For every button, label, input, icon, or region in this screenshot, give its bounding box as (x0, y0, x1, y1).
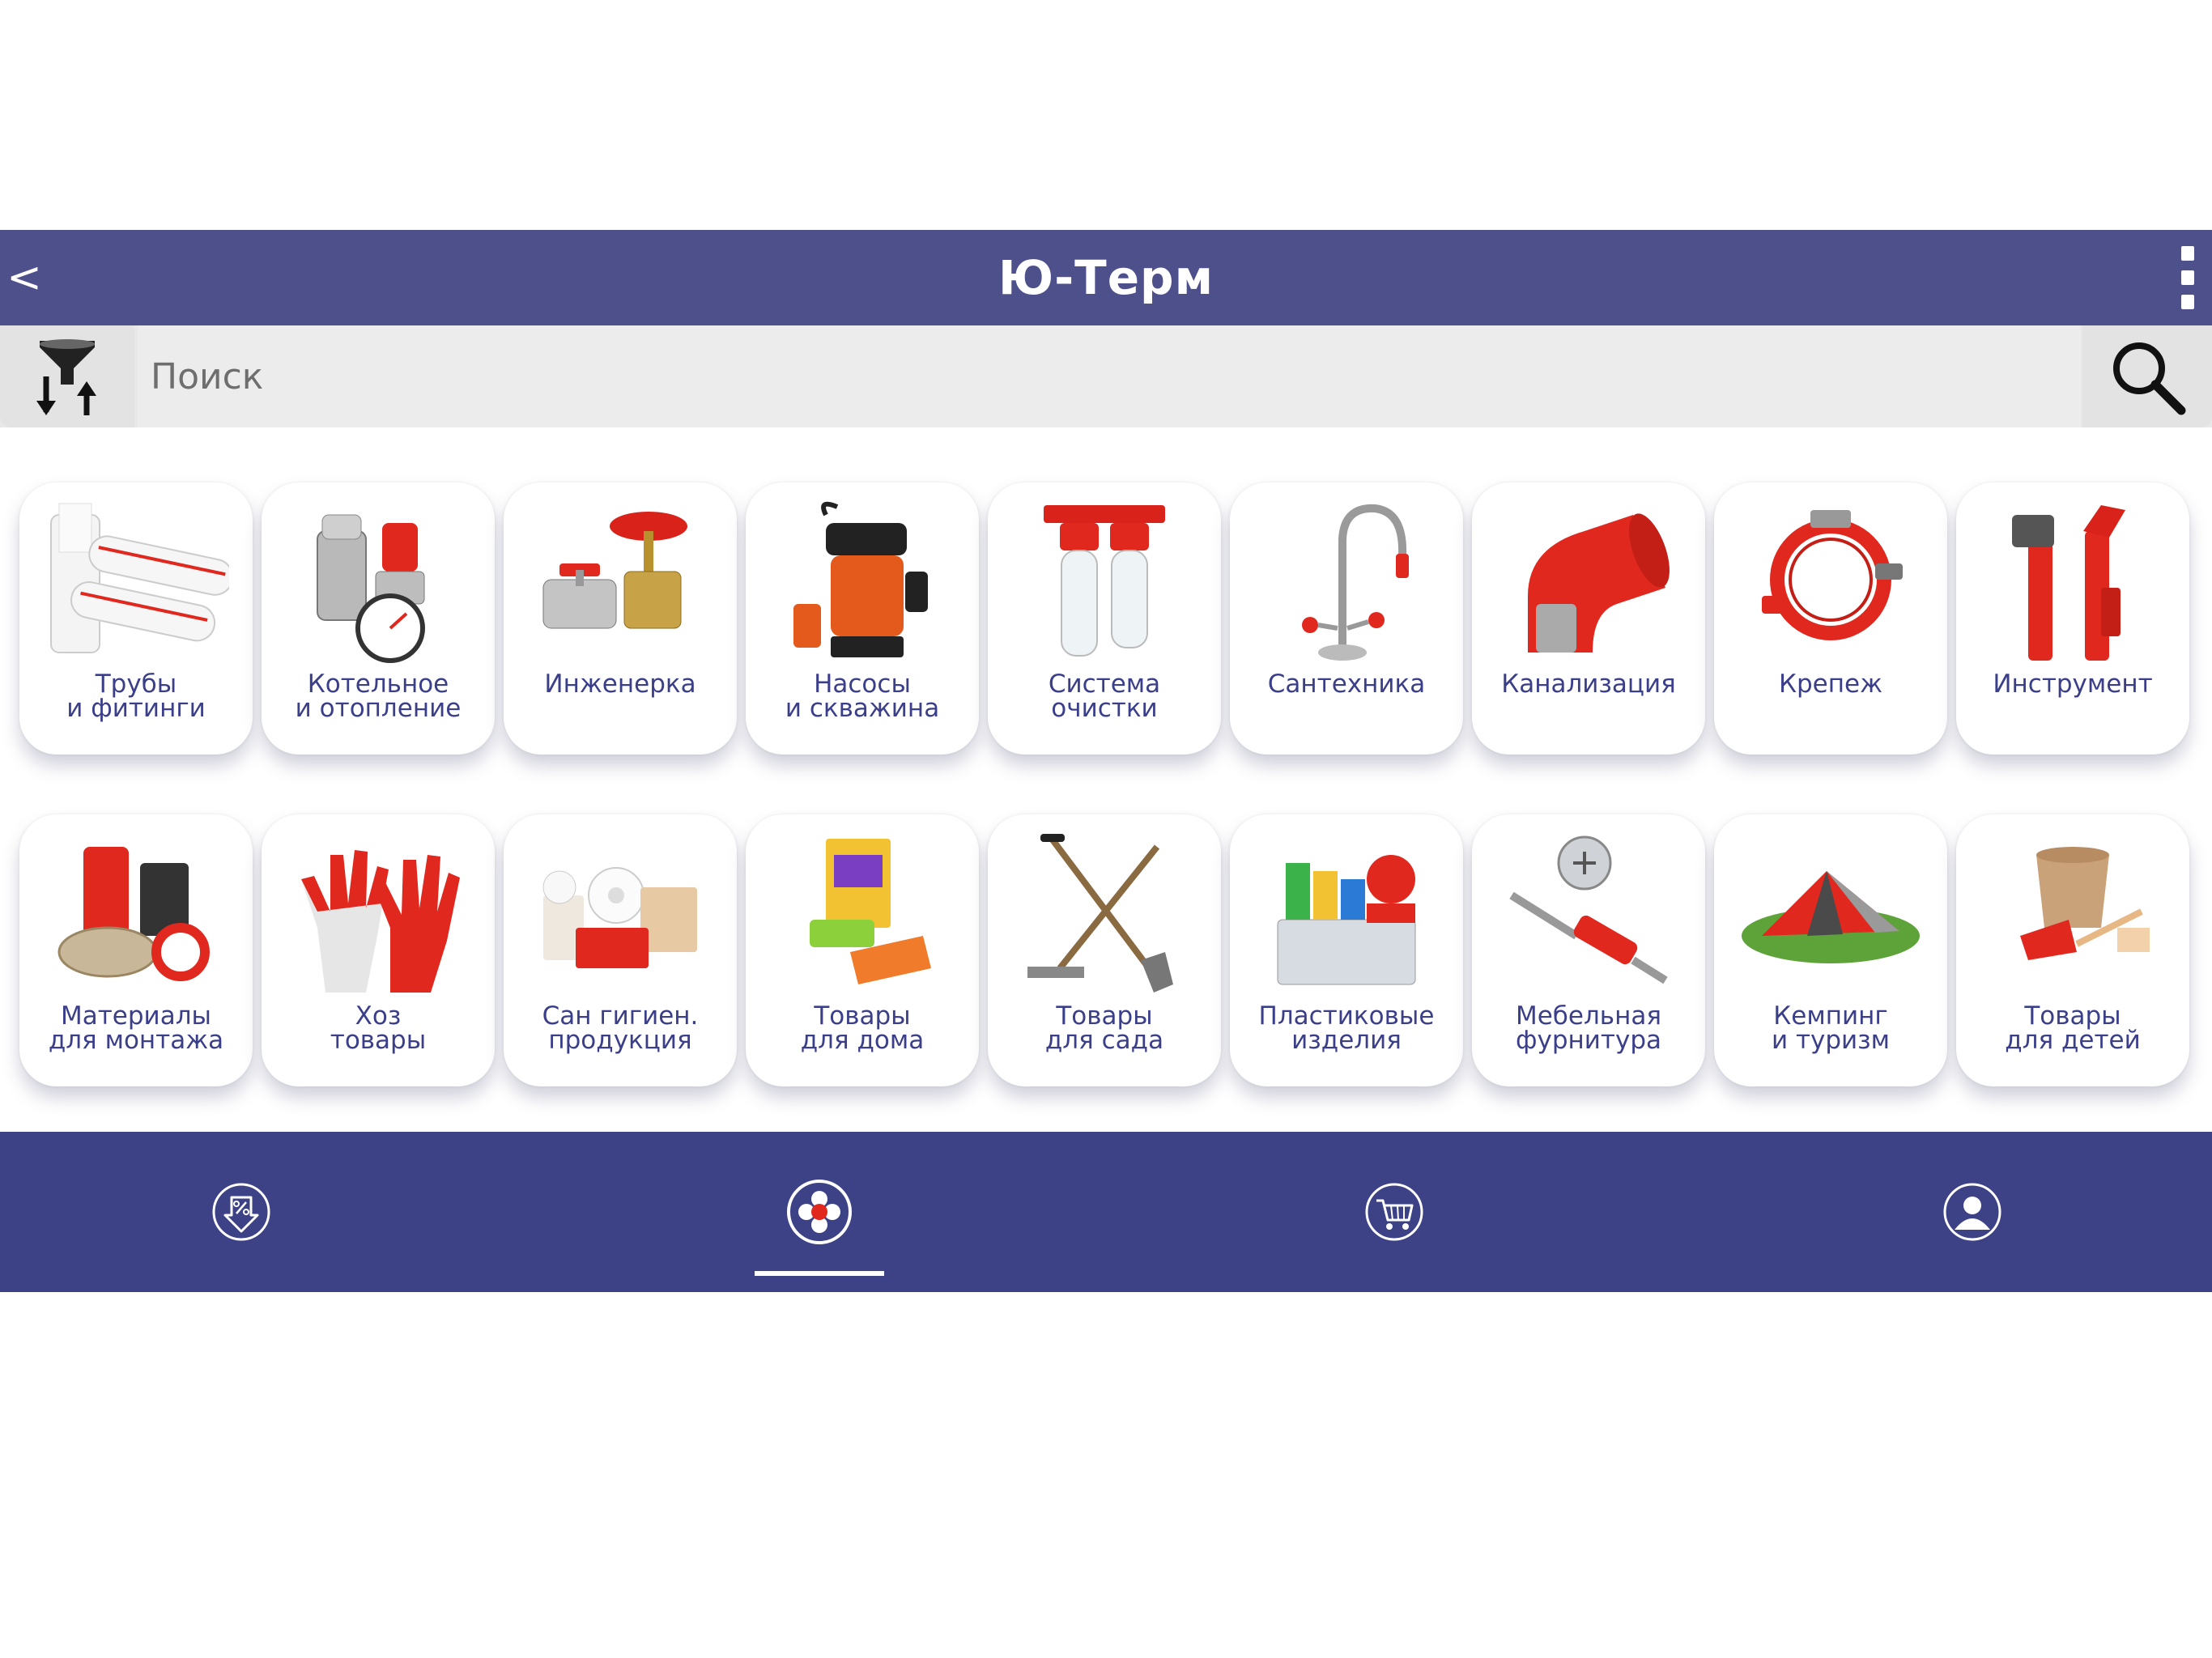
app-title: Ю-Терм (998, 250, 1214, 305)
gloves-icon (301, 850, 460, 993)
filter-sort-button[interactable] (0, 325, 134, 427)
category-label: Сантехника (1267, 670, 1426, 699)
nav-cart[interactable] (1329, 1132, 1459, 1292)
app-bar: < Ю-Терм (0, 230, 2212, 325)
category-label: Котельное и отопление (295, 670, 462, 723)
category-tile-materials[interactable]: Материалы для монтажа (19, 814, 253, 1086)
search-button[interactable] (2082, 325, 2212, 427)
search-input[interactable] (138, 325, 2081, 427)
profile-icon (1943, 1183, 2001, 1241)
category-label: Товары для сада (1044, 1001, 1164, 1055)
category-label: Канализация (1501, 670, 1676, 699)
garden-tools-icon (1027, 834, 1173, 993)
search-bar (0, 325, 2212, 427)
boiler-valve-icon (317, 514, 425, 663)
category-label: Хоз товары (330, 1001, 427, 1055)
pipe-clamp-icon (1762, 510, 1903, 640)
sewer-elbow-icon (1528, 513, 1670, 653)
furniture-fitting-icon (1509, 835, 1668, 984)
bottom-nav (0, 1132, 2212, 1292)
category-tile-pipes[interactable]: Трубы и фитинги (19, 483, 253, 755)
category-label: Сан гигиен. продукция (542, 1001, 699, 1055)
category-label: Инженерка (544, 670, 696, 699)
category-tile-sewer[interactable]: Канализация (1472, 483, 1705, 755)
faucet-icon (1302, 504, 1409, 661)
category-label: Пластиковые изделия (1258, 1001, 1435, 1055)
toilet-paper-icon (542, 867, 697, 968)
pipes-icon (50, 503, 229, 653)
cart-icon (1365, 1183, 1423, 1241)
category-tile-garden[interactable]: Товары для сада (988, 814, 1221, 1086)
nav-profile[interactable] (1908, 1132, 2037, 1292)
nav-catalog[interactable] (755, 1132, 884, 1292)
gate-valve-icon (542, 512, 687, 629)
category-tile-home[interactable]: Товары для дома (746, 814, 979, 1086)
category-tile-camping[interactable]: Кемпинг и туризм (1714, 814, 1947, 1086)
household-goods-icon (810, 839, 931, 984)
bucket-toy-icon (2020, 847, 2150, 960)
catalog-icon (787, 1180, 852, 1244)
water-filter-icon (1044, 505, 1165, 657)
category-label: Мебельная фурнитура (1515, 1001, 1662, 1055)
category-tile-hygiene[interactable]: Сан гигиен. продукция (504, 814, 737, 1086)
category-tile-plastic[interactable]: Пластиковые изделия (1230, 814, 1463, 1086)
category-tile-kids[interactable]: Товары для детей (1956, 814, 2189, 1086)
filter-sort-icon (36, 339, 96, 415)
category-label: Инструмент (1993, 670, 2153, 699)
category-tile-plumbing[interactable]: Сантехника (1230, 483, 1463, 755)
category-label: Насосы и скважина (785, 670, 940, 723)
category-tile-tools[interactable]: Инструмент (1956, 483, 2189, 755)
category-tile-boiler[interactable]: Котельное и отопление (262, 483, 495, 755)
more-menu-icon[interactable] (2163, 241, 2212, 314)
pump-icon (793, 501, 928, 657)
tent-icon (1742, 871, 1920, 963)
category-label: Крепеж (1778, 670, 1883, 699)
back-button[interactable]: < (0, 230, 49, 325)
category-tile-household[interactable]: Хоз товары (262, 814, 495, 1086)
category-tile-pumps[interactable]: Насосы и скважина (746, 483, 979, 755)
category-tile-engineering[interactable]: Инженерка (504, 483, 737, 755)
plastic-dishes-icon (1277, 855, 1416, 985)
sealant-materials-icon (57, 847, 210, 981)
category-label: Система очистки (1048, 670, 1161, 723)
nav-discounts[interactable] (177, 1132, 306, 1292)
category-label: Товары для дома (800, 1001, 925, 1055)
pipe-wrench-icon (2012, 505, 2125, 661)
category-tile-fasteners[interactable]: Крепеж (1714, 483, 1947, 755)
category-label: Трубы и фитинги (66, 670, 206, 723)
category-label: Товары для детей (2005, 1001, 2141, 1055)
active-tab-indicator (755, 1271, 884, 1276)
discount-icon (212, 1183, 270, 1241)
category-grid: Трубы и фитинги Котельное и отопление Ин… (19, 483, 2197, 1086)
category-label: Материалы для монтажа (48, 1001, 224, 1055)
category-tile-filter[interactable]: Система очистки (988, 483, 1221, 755)
category-label: Кемпинг и туризм (1771, 1001, 1891, 1055)
category-tile-furniture[interactable]: Мебельная фурнитура (1472, 814, 1705, 1086)
search-icon (2113, 342, 2186, 415)
